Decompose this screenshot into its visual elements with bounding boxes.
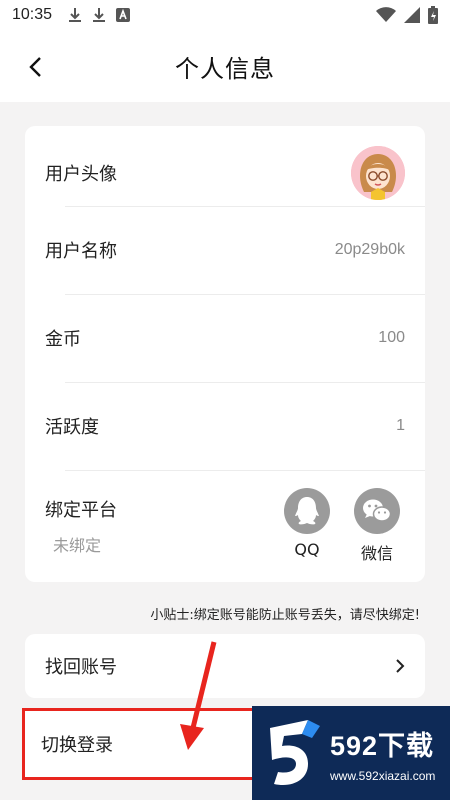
activity-value: 1 bbox=[396, 417, 405, 434]
username-label: 用户名称 bbox=[45, 241, 117, 262]
avatar-image bbox=[351, 146, 405, 200]
username-value: 20p29b0k bbox=[334, 241, 405, 258]
bind-wechat-button[interactable]: 微信 bbox=[354, 488, 400, 564]
activity-row: 活跃度 1 bbox=[25, 382, 425, 470]
wechat-icon bbox=[363, 499, 392, 522]
chevron-right-icon bbox=[396, 659, 405, 673]
battery-icon bbox=[428, 6, 438, 24]
wifi-icon bbox=[376, 7, 396, 22]
qq-label: QQ bbox=[294, 540, 320, 559]
watermark-brand: 592下载 bbox=[330, 730, 435, 761]
switch-login-label: 切换登录 bbox=[41, 735, 113, 756]
signal-icon bbox=[404, 7, 420, 23]
avatar-label: 用户头像 bbox=[45, 164, 117, 185]
bind-qq-button[interactable]: QQ bbox=[284, 488, 330, 559]
watermark-banner: 592下载 www.592xiazai.com bbox=[252, 706, 450, 800]
download-icon bbox=[69, 8, 82, 22]
qq-icon bbox=[295, 497, 319, 525]
coins-value: 100 bbox=[378, 329, 405, 346]
back-button[interactable] bbox=[20, 52, 50, 82]
avatar[interactable] bbox=[351, 146, 405, 200]
bind-status: 未绑定 bbox=[53, 536, 102, 555]
profile-info-card: 用户头像 用户名称 20p29b0k 金币 100 活跃度 1 绑定平台 未绑定… bbox=[25, 126, 425, 582]
coins-row: 金币 100 bbox=[25, 294, 425, 382]
watermark-url: www.592xiazai.com bbox=[330, 768, 436, 783]
wechat-label: 微信 bbox=[360, 544, 393, 563]
a-icon bbox=[116, 8, 131, 22]
download-icon bbox=[93, 8, 106, 22]
avatar-row[interactable]: 用户头像 bbox=[25, 134, 425, 212]
page-title: 个人信息 bbox=[175, 54, 275, 83]
status-left-icons bbox=[68, 7, 131, 23]
chevron-left-icon bbox=[29, 57, 41, 77]
nav-bar: 个人信息 bbox=[0, 30, 450, 102]
annotation-arrow-icon bbox=[180, 641, 217, 750]
binding-tip: 小贴士:绑定账号能防止账号丢失，请尽快绑定! bbox=[150, 608, 420, 623]
status-time: 10:35 bbox=[12, 6, 53, 23]
coins-label: 金币 bbox=[45, 329, 81, 350]
592-logo-icon bbox=[270, 720, 320, 786]
bind-platform-label: 绑定平台 bbox=[45, 500, 117, 521]
status-bar: 10:35 bbox=[0, 0, 450, 30]
activity-label: 活跃度 bbox=[45, 417, 99, 438]
recover-account-label: 找回账号 bbox=[45, 657, 117, 678]
status-right-icons bbox=[376, 6, 438, 24]
username-row[interactable]: 用户名称 20p29b0k bbox=[25, 206, 425, 294]
